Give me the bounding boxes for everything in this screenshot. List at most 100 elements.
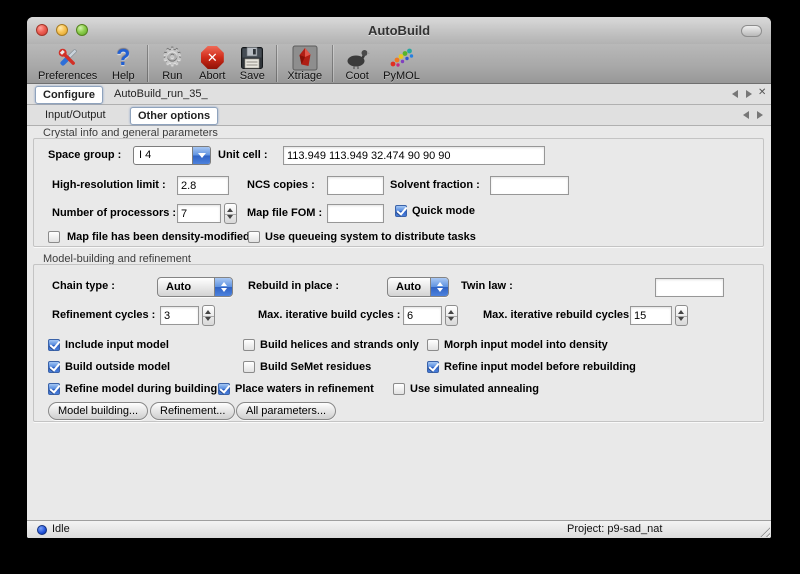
refine-before-checkbox[interactable]: [427, 361, 439, 373]
map-fom-field[interactable]: [327, 204, 384, 223]
build-cycles-stepper[interactable]: [445, 305, 458, 326]
refine-before-label: Refine input model before rebuilding: [444, 361, 636, 373]
quick-mode-label: Quick mode: [412, 205, 475, 217]
build-outside-label: Build outside model: [65, 361, 170, 373]
num-processors-label: Number of processors :: [52, 207, 176, 219]
space-group-value: I 4: [134, 147, 192, 164]
queueing-label: Use queueing system to distribute tasks: [265, 231, 476, 243]
toolbar-label: Help: [112, 70, 135, 83]
popup-arrows-icon: [214, 278, 232, 296]
abort-icon: ✕: [198, 45, 226, 70]
space-group-select[interactable]: I 4: [133, 146, 211, 165]
density-modified-label: Map file has been density-modified: [67, 231, 250, 243]
solvent-fraction-field[interactable]: [490, 176, 569, 195]
ncs-copies-field[interactable]: [327, 176, 384, 195]
toolbar-button-coot[interactable]: Coot: [337, 44, 377, 83]
high-resolution-label: High-resolution limit :: [52, 179, 166, 191]
project-label: Project: p9-sad_nat: [567, 523, 662, 535]
refinement-cycles-stepper[interactable]: [202, 305, 215, 326]
subtab-scroll-left-icon[interactable]: [743, 111, 749, 119]
popup-arrows-icon: [430, 278, 448, 296]
rebuild-in-place-value: Auto: [388, 278, 430, 296]
queueing-checkbox[interactable]: [248, 231, 260, 243]
morph-model-checkbox[interactable]: [427, 339, 439, 351]
include-input-model-checkbox[interactable]: [48, 339, 60, 351]
quick-mode-checkbox[interactable]: [395, 205, 407, 217]
status-bar: Idle Project: p9-sad_nat: [27, 520, 771, 538]
combo-dropdown-icon: [192, 147, 210, 164]
toolbar-button-run[interactable]: ⚙ Run: [152, 44, 192, 83]
preferences-icon: [54, 45, 82, 70]
toolbar-label: Abort: [199, 70, 225, 83]
rebuild-cycles-label: Max. iterative rebuild cycles :: [483, 309, 636, 321]
pymol-icon: [388, 45, 416, 70]
chain-type-popup[interactable]: Auto: [157, 277, 233, 297]
build-semet-checkbox[interactable]: [243, 361, 255, 373]
high-resolution-field[interactable]: [177, 176, 229, 195]
toolbar-label: PyMOL: [383, 70, 420, 83]
morph-model-label: Morph input model into density: [444, 339, 608, 351]
refinement-cycles-field[interactable]: [160, 306, 199, 325]
twin-law-field[interactable]: [655, 278, 724, 297]
rebuild-cycles-stepper[interactable]: [675, 305, 688, 326]
solvent-fraction-label: Solvent fraction :: [390, 179, 480, 191]
toolbar-button-save[interactable]: Save: [232, 44, 272, 83]
map-fom-label: Map file FOM :: [247, 207, 322, 219]
tab-autobuild-run-35[interactable]: AutoBuild_run_35_: [107, 86, 215, 102]
toolbar-label: Save: [240, 70, 265, 83]
model-building-button[interactable]: Model building...: [48, 402, 148, 420]
sim-annealing-label: Use simulated annealing: [410, 383, 539, 395]
tab-configure[interactable]: Configure: [35, 86, 103, 104]
sub-tab-bar: Input/Output Other options: [27, 105, 771, 126]
refinement-button[interactable]: Refinement...: [150, 402, 235, 420]
run-gear-icon: ⚙: [158, 45, 186, 70]
rebuild-cycles-field[interactable]: [630, 306, 672, 325]
toolbar-button-abort[interactable]: ✕ Abort: [192, 44, 232, 83]
toolbar-toggle-button[interactable]: [741, 25, 762, 37]
build-cycles-field[interactable]: [403, 306, 442, 325]
num-processors-field[interactable]: [177, 204, 221, 223]
toolbar-label: Coot: [346, 70, 369, 83]
help-icon: ?: [109, 45, 137, 70]
toolbar-button-pymol[interactable]: PyMOL: [377, 44, 426, 83]
space-group-label: Space group :: [48, 149, 121, 161]
refine-during-checkbox[interactable]: [48, 383, 60, 395]
chain-type-label: Chain type :: [52, 280, 115, 292]
build-helices-label: Build helices and strands only: [260, 339, 419, 351]
toolbar-separator: [276, 45, 277, 82]
build-helices-checkbox[interactable]: [243, 339, 255, 351]
tab-other-options[interactable]: Other options: [130, 107, 218, 125]
toolbar-button-preferences[interactable]: Preferences: [32, 44, 103, 83]
build-cycles-label: Max. iterative build cycles :: [258, 309, 400, 321]
toolbar-button-xtriage[interactable]: Xtriage: [281, 44, 328, 83]
chain-type-value: Auto: [158, 278, 214, 296]
unit-cell-field[interactable]: [283, 146, 545, 165]
tab-close-icon[interactable]: ✕: [758, 87, 766, 98]
toolbar-separator: [332, 45, 333, 82]
toolbar-separator: [147, 45, 148, 82]
coot-bird-icon: [343, 45, 371, 70]
tab-input-output[interactable]: Input/Output: [38, 107, 113, 123]
sim-annealing-checkbox[interactable]: [393, 383, 405, 395]
tab-scroll-left-icon[interactable]: [732, 90, 738, 98]
place-waters-label: Place waters in refinement: [235, 383, 374, 395]
title-bar[interactable]: AutoBuild: [27, 17, 771, 45]
num-processors-stepper[interactable]: [224, 203, 237, 224]
main-tab-bar: Configure AutoBuild_run_35_ ✕: [27, 84, 771, 105]
toolbar-label: Xtriage: [287, 70, 322, 83]
include-input-model-label: Include input model: [65, 339, 169, 351]
save-floppy-icon: [238, 45, 266, 70]
toolbar: Preferences ? Help ⚙ Run ✕ Abort: [27, 44, 771, 84]
build-outside-checkbox[interactable]: [48, 361, 60, 373]
xtriage-icon: [291, 45, 319, 70]
density-modified-checkbox[interactable]: [48, 231, 60, 243]
subtab-scroll-right-icon[interactable]: [757, 111, 763, 119]
tab-scroll-right-icon[interactable]: [746, 90, 752, 98]
place-waters-checkbox[interactable]: [218, 383, 230, 395]
status-text: Idle: [52, 523, 70, 535]
all-parameters-button[interactable]: All parameters...: [236, 402, 336, 420]
unit-cell-label: Unit cell :: [218, 149, 268, 161]
rebuild-in-place-popup[interactable]: Auto: [387, 277, 449, 297]
resize-grip[interactable]: [758, 525, 770, 537]
toolbar-button-help[interactable]: ? Help: [103, 44, 143, 83]
